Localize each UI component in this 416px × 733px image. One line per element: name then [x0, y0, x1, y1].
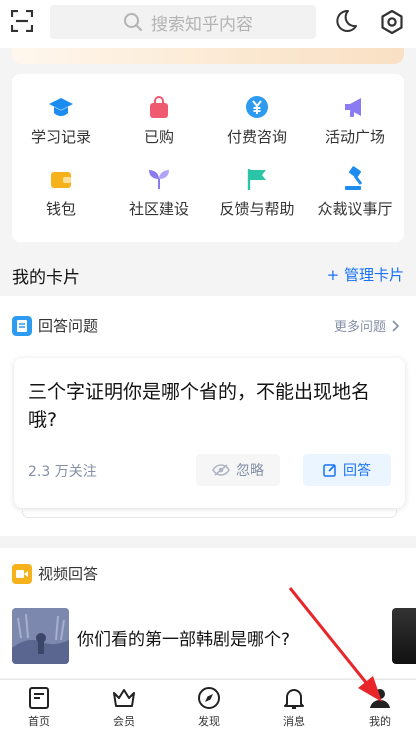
- service-arbitration-hall[interactable]: 众裁议事厅: [306, 166, 404, 219]
- question-card[interactable]: 三个字证明你是哪个省的，不能出现地名哦? 2.3 万关注 忽略 回答: [14, 358, 405, 508]
- top-bar: 搜索知乎内容: [0, 0, 416, 48]
- tab-discover[interactable]: 发现: [179, 686, 239, 729]
- service-label: 付费咨询: [226, 128, 287, 146]
- tab-vip[interactable]: 会员: [94, 686, 154, 729]
- tab-label: 消息: [283, 715, 305, 728]
- tab-home[interactable]: 首页: [9, 686, 69, 729]
- ignore-label: 忽略: [236, 463, 264, 479]
- stacked-card-edge: [22, 510, 397, 518]
- answer-label: 回答: [343, 463, 371, 479]
- search-placeholder: 搜索知乎内容: [151, 14, 253, 35]
- service-feedback-help[interactable]: 反馈与帮助: [208, 166, 306, 219]
- banner-bottom-edge[interactable]: [12, 48, 404, 64]
- gavel-icon: [345, 166, 363, 190]
- manage-cards-link[interactable]: + 管理卡片: [327, 264, 404, 285]
- my-cards-title: 我的卡片: [12, 268, 80, 288]
- my-cards-header: 我的卡片 + 管理卡片: [0, 256, 416, 292]
- bell-icon: [284, 689, 304, 709]
- service-label: 众裁议事厅: [317, 200, 393, 218]
- wallet-icon: [51, 172, 71, 188]
- search-icon: [124, 13, 142, 31]
- service-activity-square[interactable]: 活动广场: [306, 94, 404, 147]
- bottom-tab-bar: 首页 会员 发现 消息 我的: [0, 679, 416, 733]
- settings-icon[interactable]: [379, 9, 405, 35]
- answer-question-card: 回答问题 更多问题 三个字证明你是哪个省的，不能出现地名哦? 2.3 万关注 忽…: [0, 296, 416, 536]
- service-study-record[interactable]: 学习记录: [12, 94, 110, 147]
- ignore-button[interactable]: 忽略: [196, 454, 280, 486]
- service-label: 已购: [143, 128, 174, 146]
- search-box[interactable]: 搜索知乎内容: [50, 5, 316, 39]
- moon-icon[interactable]: [333, 8, 359, 34]
- tab-messages[interactable]: 消息: [264, 686, 324, 729]
- video-question-text[interactable]: 你们看的第一部韩剧是哪个?: [77, 625, 290, 650]
- more-questions-link[interactable]: 更多问题: [334, 316, 400, 335]
- compass-icon: [198, 687, 220, 709]
- next-video-thumbnail[interactable]: [392, 608, 416, 664]
- service-community[interactable]: 社区建设: [110, 166, 208, 219]
- video-thumbnail[interactable]: [12, 608, 69, 664]
- sprout-icon: [149, 170, 169, 189]
- video-section-title: 视频回答: [38, 565, 99, 583]
- more-questions-label: 更多问题: [333, 320, 386, 335]
- service-label: 钱包: [45, 200, 76, 218]
- graduation-cap-icon: [49, 98, 73, 116]
- answer-doc-icon: [12, 316, 32, 336]
- tab-label: 我的: [369, 715, 391, 728]
- services-grid: 学习记录 已购 付费咨询 活动广场 钱包 社区建设 反馈与帮助 众裁议事厅: [12, 74, 404, 242]
- flag-icon: [247, 169, 266, 190]
- tab-label: 会员: [113, 715, 135, 728]
- service-label: 学习记录: [30, 128, 91, 146]
- service-label: 社区建设: [128, 200, 189, 218]
- answer-section-title: 回答问题: [38, 317, 99, 335]
- service-wallet[interactable]: 钱包: [12, 166, 110, 219]
- thumbnail-image: [12, 608, 69, 664]
- service-label: 活动广场: [324, 128, 385, 146]
- megaphone-icon: [345, 98, 361, 117]
- service-paid-consult[interactable]: 付费咨询: [208, 94, 306, 147]
- scan-icon[interactable]: [11, 10, 33, 32]
- home-icon: [29, 687, 49, 709]
- service-purchased[interactable]: 已购: [110, 94, 208, 147]
- shopping-bag-icon: [150, 96, 168, 118]
- tab-label: 发现: [198, 715, 220, 728]
- tab-label: 首页: [28, 715, 50, 728]
- yen-coin-icon: [246, 96, 268, 118]
- edit-icon: [323, 464, 336, 477]
- follower-count: 2.3 万关注: [28, 464, 97, 480]
- crown-icon: [113, 689, 135, 707]
- profile-icon: [370, 689, 390, 708]
- video-answer-card: 视频回答 你们看的第一部韩剧是哪个?: [0, 548, 416, 678]
- tab-mine[interactable]: 我的: [350, 686, 410, 729]
- eye-off-icon: [212, 464, 230, 476]
- video-camera-icon: [12, 564, 32, 584]
- chevron-right-icon: [392, 319, 400, 332]
- service-label: 反馈与帮助: [219, 200, 295, 218]
- answer-button[interactable]: 回答: [303, 454, 391, 486]
- question-text[interactable]: 三个字证明你是哪个省的，不能出现地名哦?: [28, 378, 388, 434]
